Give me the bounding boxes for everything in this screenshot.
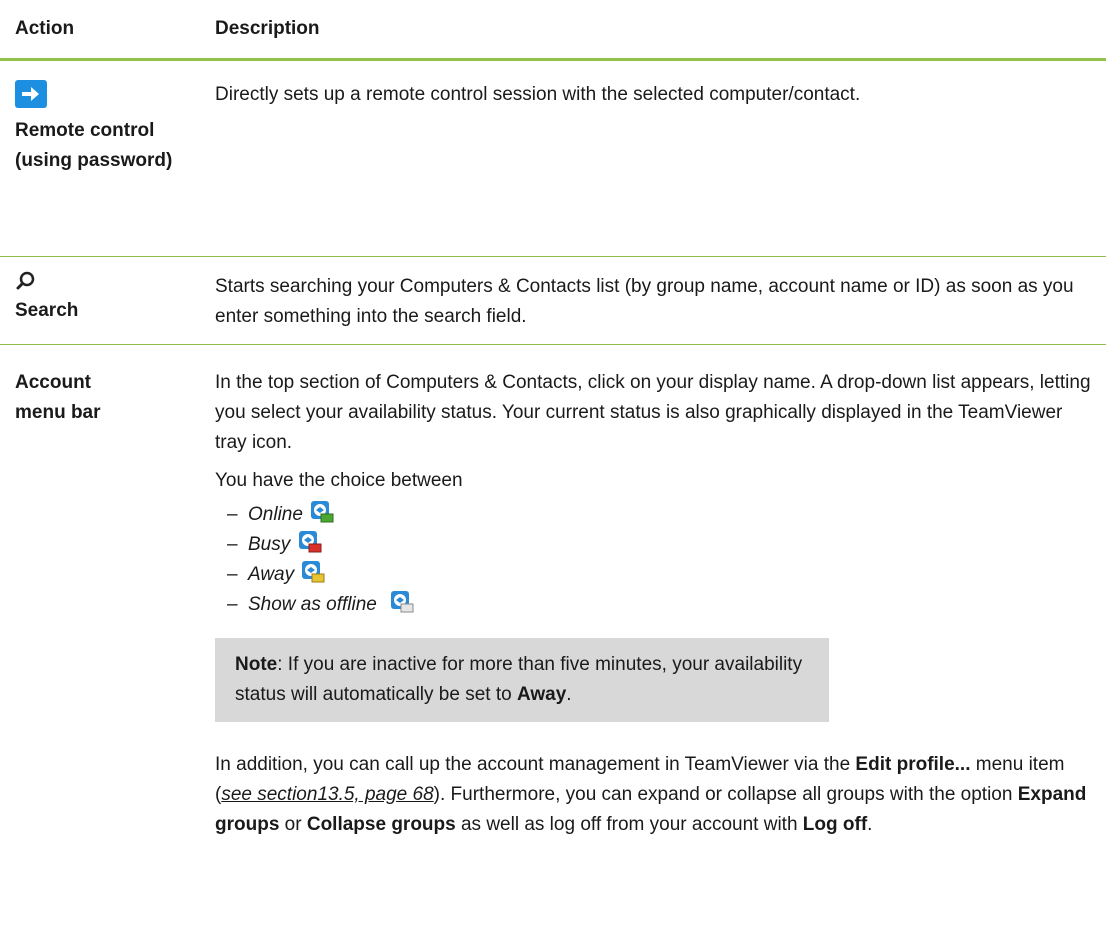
teamviewer-online-icon: [311, 501, 334, 523]
teamviewer-offline-icon: [391, 591, 414, 613]
action-label: Remote control (using password): [15, 120, 173, 171]
table-header: Action Description: [0, 14, 1106, 60]
arrow-right-icon[interactable]: [15, 80, 47, 108]
description-text: Starts searching your Computers & Contac…: [215, 276, 1074, 327]
description-text: Directly sets up a remote control sessio…: [215, 84, 861, 105]
note-away: Away: [516, 684, 567, 705]
edit-profile-term: Edit profile...: [855, 754, 971, 775]
search-icon[interactable]: [15, 270, 37, 292]
table-row: Remote control (using password) Directly…: [0, 80, 1106, 260]
description-column-header: Description: [215, 18, 320, 39]
action-label: Search: [15, 300, 79, 321]
section-link[interactable]: see section13.5, page 68: [221, 784, 433, 805]
status-item-offline: – Show as offline: [215, 590, 1095, 620]
row-divider: [0, 344, 1106, 345]
note-label: Note: [235, 654, 278, 675]
status-item-away: – Away: [215, 560, 1095, 590]
action-column-header: Action: [15, 18, 75, 39]
choice-text: You have the choice between: [215, 470, 463, 491]
account-menu-intro: In the top section of Computers & Contac…: [215, 372, 1091, 453]
collapse-groups-term: Collapse groups: [306, 814, 456, 835]
status-item-busy: – Busy: [215, 530, 1095, 560]
log-off-term: Log off: [802, 814, 868, 835]
row-divider: [0, 256, 1106, 257]
status-item-online: – Online: [215, 500, 1095, 530]
table-row: Account menu bar In the top section of C…: [0, 368, 1106, 928]
action-label: Account menu bar: [15, 372, 101, 423]
addition-paragraph: In addition, you can call up the account…: [215, 754, 1087, 835]
teamviewer-busy-icon: [298, 531, 322, 553]
header-divider: [0, 58, 1106, 61]
table-row: Search Starts searching your Computers &…: [0, 270, 1106, 340]
status-list: – Online – Busy – Away – Show as offline: [215, 500, 1095, 620]
note-box: Note: If you are inactive for more than …: [215, 638, 829, 722]
teamviewer-away-icon: [302, 561, 325, 583]
